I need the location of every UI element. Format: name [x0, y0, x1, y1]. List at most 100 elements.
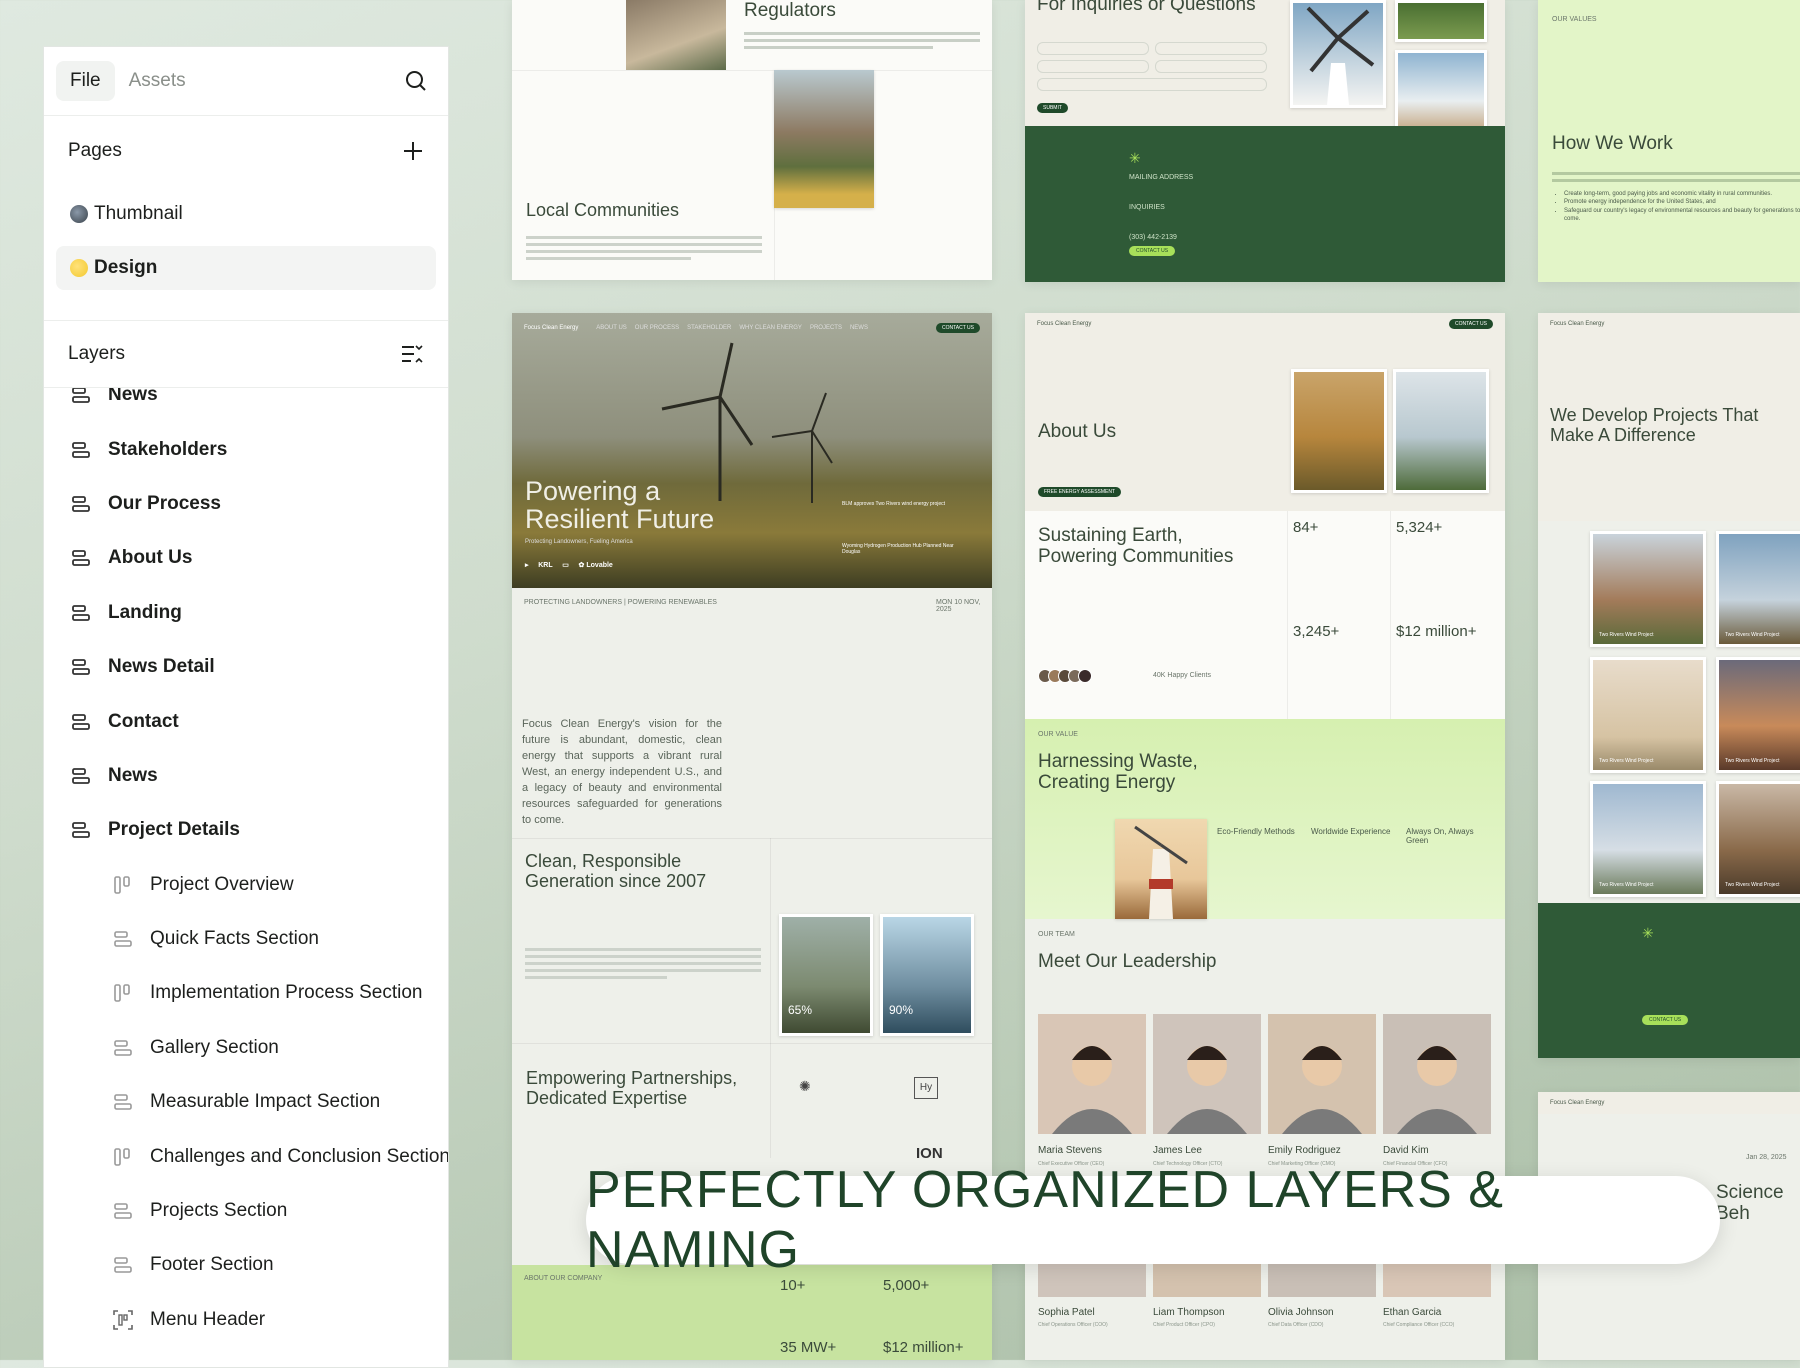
layer-item[interactable]: News Detail [44, 640, 448, 694]
layers-title: Layers [68, 343, 126, 364]
tab-file[interactable]: File [56, 61, 115, 101]
happy-clients: 40K Happy Clients [1153, 672, 1211, 679]
stat-card-2[interactable]: 90% [880, 914, 974, 1036]
local-communities-text [526, 232, 762, 264]
layer-item[interactable]: Projects Section [44, 1184, 448, 1238]
stack-icon [112, 1146, 134, 1168]
project-card[interactable]: Two Rivers Wind Project [1590, 531, 1706, 647]
frame-icon [70, 711, 92, 733]
team-member-name: James Lee [1153, 1145, 1202, 1156]
layer-label: Contact [108, 710, 179, 732]
layer-item[interactable]: Quick Facts Section [44, 912, 448, 966]
news-2[interactable]: Wyoming Hydrogen Production Hub Planned … [842, 543, 970, 555]
about-brand[interactable]: Focus Clean Energy [1037, 321, 1441, 327]
layer-item[interactable]: Menu Header [44, 1293, 448, 1347]
about-pill[interactable]: FREE ENERGY ASSESSMENT [1038, 487, 1122, 497]
nav-news[interactable]: NEWS [850, 325, 868, 331]
layer-item[interactable]: Measurable Impact Section [44, 1075, 448, 1129]
board-values[interactable]: OUR VALUES How We Work Create long-term,… [1538, 0, 1800, 282]
project-card[interactable]: Two Rivers Wind Project [1716, 781, 1800, 897]
project-card[interactable]: Two Rivers Wind Project [1716, 531, 1800, 647]
layer-label: Project Details [108, 819, 240, 841]
layer-item[interactable]: Contact [44, 694, 448, 748]
science-title: Science Beh [1716, 1182, 1784, 1225]
nav-about[interactable]: ABOUT US [596, 325, 627, 331]
hero-title: Powering a Resilient Future [525, 476, 715, 535]
team-member-photo [1153, 1014, 1261, 1134]
layer-item[interactable]: Implementation Process Section [44, 966, 448, 1020]
layers-panel: File Assets Pages Thumbnail Design Layer… [43, 46, 449, 1368]
stack-icon [112, 982, 134, 1004]
nav-why[interactable]: WHY CLEAN ENERGY [739, 325, 802, 331]
news-1[interactable]: BLM approves Two Rivers wind energy proj… [842, 501, 970, 507]
harnessing-title: Harnessing Waste, Creating Energy [1038, 751, 1198, 794]
layer-item[interactable]: About Us [44, 531, 448, 585]
project-card[interactable]: Two Rivers Wind Project [1590, 657, 1706, 773]
contact-us-button[interactable]: CONTACT US [1129, 246, 1176, 256]
nav-stakeholder[interactable]: STAKEHOLDER [687, 325, 731, 331]
project-card[interactable]: Two Rivers Wind Project [1590, 781, 1706, 897]
team-member-name: Ethan Garcia [1383, 1307, 1442, 1318]
layer-item[interactable]: Landing [44, 586, 448, 640]
inquiry-form[interactable]: SUBMIT [1037, 42, 1267, 114]
projects-contact-button[interactable]: CONTACT US [1642, 1015, 1689, 1025]
landing-brand[interactable]: Focus Clean Energy [524, 325, 588, 331]
layer-label: Implementation Process Section [150, 982, 423, 1004]
stack-icon [112, 928, 134, 950]
layer-item[interactable]: Challenges and Conclusion Section [44, 1129, 448, 1183]
stat-1: 84+ [1293, 519, 1319, 536]
stat-card-1[interactable]: 65% [779, 914, 873, 1036]
board-projects[interactable]: Focus Clean Energy We Develop Projects T… [1538, 313, 1800, 1058]
stack-icon [112, 1200, 134, 1222]
board-regulators[interactable]: Regulators Local Communities [512, 0, 992, 280]
team-member-name: Maria Stevens [1038, 1145, 1102, 1156]
thumbnail-emoji-icon [70, 205, 88, 223]
team-kicker: OUR TEAM [1038, 931, 1075, 938]
layer-item[interactable]: News [44, 749, 448, 803]
science-date: Jan 28, 2025 [1746, 1154, 1787, 1161]
page-thumbnail[interactable]: Thumbnail [56, 192, 436, 236]
about-cta[interactable]: CONTACT US [1448, 319, 1493, 329]
search-icon[interactable] [404, 69, 428, 93]
layer-item[interactable]: News [44, 388, 448, 422]
nav-process[interactable]: OUR PROCESS [635, 325, 679, 331]
team-member-photo [1038, 1014, 1146, 1134]
projects-brand[interactable]: Focus Clean Energy [1550, 321, 1604, 327]
team-member-name: Olivia Johnson [1268, 1307, 1334, 1318]
team-member-photo [1383, 1014, 1491, 1134]
design-emoji-icon [70, 259, 88, 277]
nav-projects[interactable]: PROJECTS [810, 325, 842, 331]
layer-item[interactable]: Project Overview [44, 858, 448, 912]
tab-assets[interactable]: Assets [115, 61, 200, 101]
feature-1: Eco-Friendly Methods [1217, 827, 1295, 836]
page-design[interactable]: Design [56, 246, 436, 290]
projects-footer: ✳ CONTACT US [1538, 903, 1800, 1058]
grass-photo [1395, 0, 1487, 42]
regulators-text [744, 28, 980, 53]
collapse-layers-icon[interactable] [400, 343, 424, 365]
landing-cta[interactable]: CONTACT US [935, 323, 980, 333]
strip-left: PROTECTING LANDOWNERS | POWERING RENEWAB… [524, 599, 717, 606]
team-title: Meet Our Leadership [1038, 951, 1217, 972]
stack-icon [112, 1091, 134, 1113]
layer-item[interactable]: Footer Section [44, 1238, 448, 1292]
project-card[interactable]: Two Rivers Wind Project [1716, 657, 1800, 773]
add-page-icon[interactable] [402, 140, 424, 162]
frame-corners-icon [112, 1309, 134, 1331]
layer-item[interactable]: Stakeholders [44, 422, 448, 476]
layer-label: Landing [108, 601, 182, 623]
board-inquiries[interactable]: For Inquiries or Questions SUBMIT ✳ MAIL… [1025, 0, 1505, 282]
headline-banner: PERFECTLY ORGANIZED LAYERS & NAMING [586, 1161, 1720, 1279]
frame-icon [70, 765, 92, 787]
science-brand[interactable]: Focus Clean Energy [1550, 1100, 1604, 1106]
inquiries-label: INQUIRIES [1129, 204, 1165, 211]
footer-dark: ✳ MAILING ADDRESS INQUIRIES (303) 442-21… [1025, 126, 1505, 282]
submit-button[interactable]: SUBMIT [1037, 103, 1068, 113]
frame-icon [70, 493, 92, 515]
layer-item[interactable]: Project Details [44, 803, 448, 857]
empowering-title: Empowering Partnerships, Dedicated Exper… [526, 1068, 738, 1109]
layer-item[interactable]: Gallery Section [44, 1021, 448, 1075]
stat-3: 3,245+ [1293, 623, 1340, 640]
about-photo-1 [1291, 369, 1387, 493]
layer-item[interactable]: Our Process [44, 477, 448, 531]
